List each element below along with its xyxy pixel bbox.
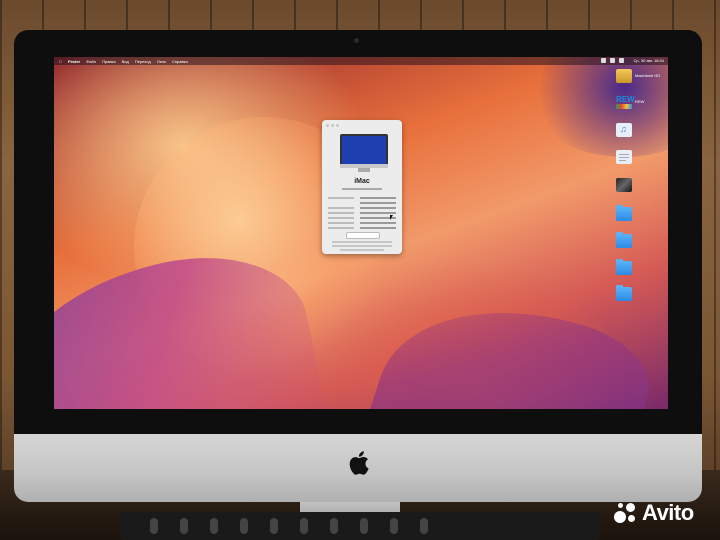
minimize-button[interactable] <box>331 124 334 127</box>
desktop-screen[interactable]:  Finder Файл Правка Вид Переход Окно Сп… <box>54 57 668 409</box>
imac-computer:  Finder Файл Правка Вид Переход Окно Сп… <box>14 30 702 502</box>
desktop-icon-folder[interactable] <box>616 285 666 309</box>
imac-illustration-stand <box>358 168 370 172</box>
spec-row <box>328 221 396 224</box>
spec-row <box>328 201 396 204</box>
document-icon <box>616 150 632 164</box>
fader-knob <box>330 518 338 534</box>
fader-knob <box>270 518 278 534</box>
rew-app-icon: REW <box>616 95 635 109</box>
camera <box>354 38 359 43</box>
photo-icon <box>616 178 632 192</box>
imac-illustration-icon <box>340 134 388 166</box>
search-icon[interactable] <box>618 58 624 63</box>
close-button[interactable] <box>326 124 329 127</box>
avito-wordmark: Avito <box>642 500 694 525</box>
spec-row <box>328 226 396 229</box>
fader-knob <box>390 518 398 534</box>
avito-logo-icon <box>614 501 638 525</box>
zoom-button[interactable] <box>336 124 339 127</box>
folder-icon <box>616 285 632 301</box>
menu-item-go[interactable]: Переход <box>135 59 151 64</box>
about-model-line <box>322 188 402 190</box>
legal-text-line <box>340 249 384 251</box>
about-title: iMac <box>354 178 370 185</box>
spec-row <box>328 206 396 209</box>
desktop-icon-folder[interactable] <box>616 232 666 256</box>
spec-row <box>328 216 396 219</box>
menu-item-help[interactable]: Справка <box>172 59 188 64</box>
desktop-icon-folder[interactable] <box>616 259 666 283</box>
more-info-button[interactable] <box>346 232 380 239</box>
control-center-icon[interactable] <box>600 58 606 63</box>
fader-knob <box>210 518 218 534</box>
desktop-icon-document[interactable] <box>616 150 666 172</box>
drive-icon <box>616 69 632 83</box>
music-file-icon: ♫ <box>616 123 632 137</box>
spec-row <box>328 211 396 214</box>
avito-watermark: Avito <box>614 500 694 526</box>
window-controls <box>326 124 339 127</box>
mouse-cursor <box>390 215 393 220</box>
desktop-icon-rew[interactable]: REW REW <box>616 95 666 117</box>
desktop-icon-folder[interactable] <box>616 205 666 229</box>
desktop-icon-drive[interactable]: Macintosh HD <box>616 69 666 91</box>
folder-icon <box>616 259 632 275</box>
menu-item-edit[interactable]: Правка <box>102 59 116 64</box>
spec-row <box>328 196 396 199</box>
apple-menu-icon[interactable]:  <box>59 59 62 64</box>
fader-knob <box>300 518 308 534</box>
fader-knob <box>180 518 188 534</box>
mixer-controller <box>120 512 600 540</box>
desktop-icon-music[interactable]: ♫ <box>616 123 666 145</box>
status-area: Ср, 30 авг. 18:34 <box>600 58 664 63</box>
fader-knob <box>360 518 368 534</box>
menu-clock[interactable]: Ср, 30 авг. 18:34 <box>634 58 664 63</box>
folder-icon <box>616 205 632 221</box>
desktop-icon-label: REW <box>635 99 645 104</box>
menu-item-view[interactable]: Вид <box>122 59 129 64</box>
wifi-icon[interactable] <box>609 58 615 63</box>
fader-knob <box>150 518 158 534</box>
legal-text-line <box>332 241 392 243</box>
desktop-icon-photo[interactable] <box>616 178 666 200</box>
imac-chin <box>14 434 702 502</box>
desktop-icon-label: Macintosh HD <box>635 73 661 78</box>
fader-knob <box>420 518 428 534</box>
menu-bar:  Finder Файл Правка Вид Переход Окно Сп… <box>54 57 668 65</box>
menu-item-file[interactable]: Файл <box>86 59 96 64</box>
folder-icon <box>616 232 632 248</box>
fader-knob <box>240 518 248 534</box>
menu-app-name[interactable]: Finder <box>68 59 80 64</box>
legal-text-line <box>332 245 392 247</box>
about-this-mac-window[interactable]: iMac <box>322 120 402 254</box>
rew-badge: REW <box>616 95 635 104</box>
apple-logo-icon <box>349 451 369 475</box>
menu-item-window[interactable]: Окно <box>157 59 166 64</box>
